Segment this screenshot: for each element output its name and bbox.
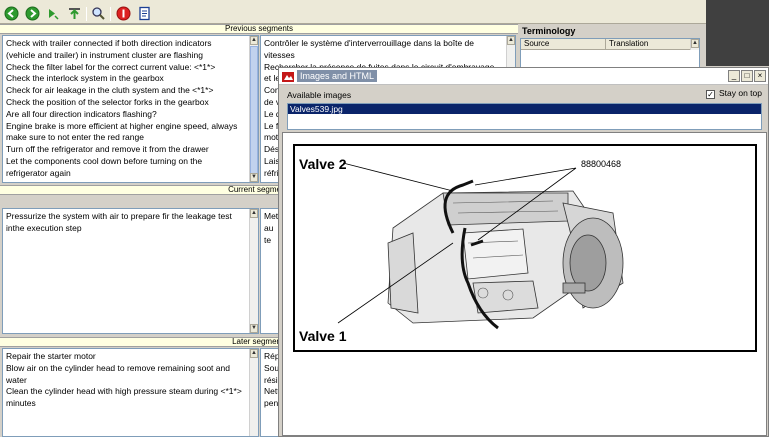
stay-on-top-label: Stay on top: [719, 88, 763, 98]
segment-line: Blow air on the cylinder head to remove …: [6, 362, 230, 373]
segment-line: Engine brake is more efficient at higher…: [6, 120, 238, 131]
segment-line: Pressurize the system with air to prepar…: [6, 211, 232, 221]
segment-line: Répa: [264, 351, 281, 361]
segment-line: penc: [264, 398, 282, 409]
images-dialog: Images and HTML _ □ × Available images ✓…: [278, 67, 769, 437]
go-back-icon[interactable]: [4, 6, 19, 21]
segment-line: Check for air leakage in the cluth syste…: [6, 85, 214, 96]
segment-line: Clean the cylinder head with high pressu…: [6, 386, 242, 397]
segment-line: water: [6, 374, 27, 385]
scroll-up-icon[interactable]: ▲: [507, 36, 515, 45]
upload-icon[interactable]: [67, 6, 82, 21]
segment-line: au te: [264, 222, 274, 245]
segment-line: inthe execution step: [6, 222, 82, 233]
scroll-down-icon[interactable]: ▼: [250, 173, 258, 182]
scroll-up-icon[interactable]: ▲: [250, 209, 258, 218]
minimize-icon[interactable]: _: [728, 70, 740, 82]
later-source-pane[interactable]: Repair the starter motor Blow air on the …: [2, 348, 259, 437]
segment-line: Nett: [264, 386, 280, 397]
later-segments-header: Later segmen: [0, 337, 283, 347]
available-images-label: Available images: [287, 90, 352, 100]
segment-line: Check the interlock system in the gearbo…: [6, 73, 164, 84]
column-header-source[interactable]: Source: [521, 39, 606, 50]
segment-line: vitesses: [264, 49, 295, 60]
previous-source-text: Check with trailer connected if both dir…: [3, 36, 258, 182]
segment-line: Turn off the refrigerator and remove it …: [6, 144, 209, 155]
gearbox-diagram: Valve 2 Valve 1 88800468: [293, 144, 757, 352]
segment-line: Mett: [264, 211, 281, 221]
document-icon[interactable]: [137, 6, 152, 21]
segment-line: refrigerator again: [6, 167, 71, 178]
scroll-down-icon[interactable]: ▼: [250, 324, 258, 333]
checkbox-icon[interactable]: ✓: [706, 90, 715, 99]
later-source-scrollbar[interactable]: ▲: [249, 349, 258, 436]
column-header-translation[interactable]: Translation: [606, 39, 691, 50]
scroll-up-icon[interactable]: ▲: [250, 349, 258, 358]
image-list[interactable]: Valves539.jpg: [287, 103, 762, 130]
terminology-scrollbar[interactable]: ▲: [690, 39, 699, 50]
terminology-title: Terminology: [522, 26, 576, 36]
valve-2-label: Valve 2: [299, 156, 347, 172]
search-icon[interactable]: [91, 6, 106, 21]
dialog-title: Images and HTML: [297, 70, 378, 82]
toolbar: [0, 4, 706, 24]
scroll-up-icon[interactable]: ▲: [250, 36, 258, 45]
segment-line: Souf: [264, 362, 282, 373]
segment-line: résid: [264, 374, 282, 385]
segment-line: Contrôler le système d'interverrouillage…: [264, 38, 474, 48]
segment-line: make sure to not enter the red range: [6, 132, 144, 143]
scroll-thumb[interactable]: [250, 46, 258, 174]
image-viewer: Valve 2 Valve 1 88800468: [282, 132, 767, 436]
background-window: [706, 0, 769, 66]
current-source-text: Pressurize the system with air to prepar…: [3, 209, 258, 237]
segment-line: Check with trailer connected if both dir…: [6, 38, 212, 48]
scroll-up-icon[interactable]: ▲: [691, 39, 699, 48]
terminology-table[interactable]: Source Translation ▲: [520, 38, 700, 68]
segment-line: Check the position of the selector forks…: [6, 96, 209, 107]
segment-line: minutes: [6, 398, 36, 409]
stop-icon[interactable]: [116, 6, 131, 21]
maximize-icon[interactable]: □: [741, 70, 753, 82]
go-forward-icon[interactable]: [25, 6, 40, 21]
segment-line: (vehicle and trailer) in instrument clus…: [6, 49, 204, 60]
dialog-title-bar[interactable]: Images and HTML _ □ ×: [279, 68, 768, 85]
current-segment-header: Current segme: [0, 185, 283, 195]
part-number-label: 88800468: [581, 159, 621, 169]
later-source-text: Repair the starter motor Blow air on the …: [3, 349, 258, 412]
segment-line: Check the filter label for the correct c…: [6, 61, 216, 72]
app-icon: [282, 71, 294, 82]
current-source-pane[interactable]: Pressurize the system with air to prepar…: [2, 208, 259, 334]
next-segment-icon[interactable]: [46, 6, 61, 21]
stay-on-top-checkbox[interactable]: ✓ Stay on top: [706, 88, 762, 99]
valve-1-label: Valve 1: [299, 328, 347, 344]
current-source-scrollbar[interactable]: ▲ ▼: [249, 209, 258, 333]
segment-line: Are all four direction indicators flashi…: [6, 108, 157, 119]
segment-line: Let the components cool down before turn…: [6, 155, 203, 166]
segment-line: Repair the starter motor: [6, 351, 96, 361]
previous-source-scrollbar[interactable]: ▲ ▼: [249, 36, 258, 182]
previous-source-pane[interactable]: Check with trailer connected if both dir…: [2, 35, 259, 183]
previous-segments-header: Previous segments: [0, 24, 518, 34]
close-icon[interactable]: ×: [754, 70, 766, 82]
list-item[interactable]: Valves539.jpg: [288, 104, 761, 114]
